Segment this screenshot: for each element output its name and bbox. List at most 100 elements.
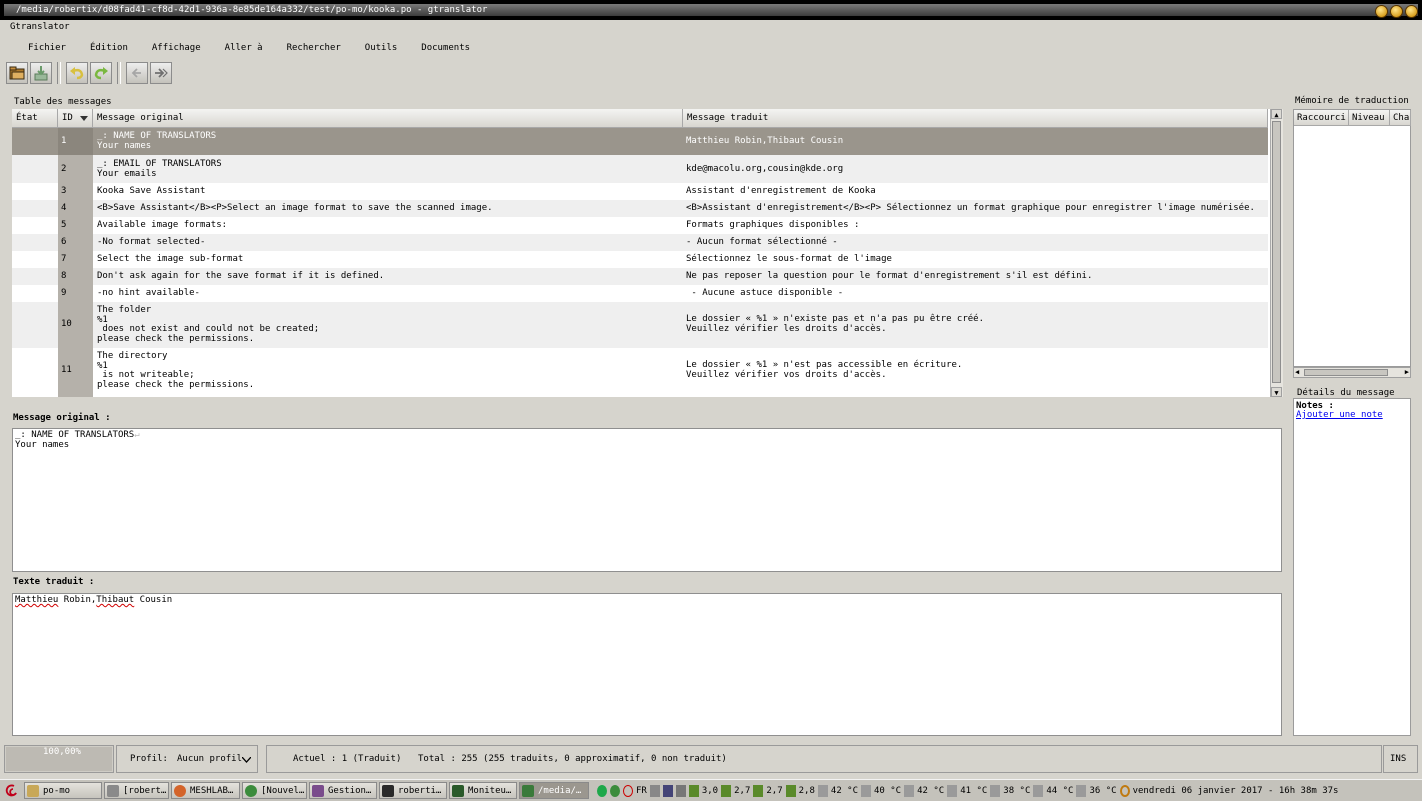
tm-column-niveau[interactable]: Niveau	[1349, 110, 1390, 126]
tm-column-chaine[interactable]: Chaî	[1390, 110, 1411, 126]
chevron-down-icon	[242, 757, 251, 763]
status-info: Actuel : 1 (Traduit) Total : 255 (255 tr…	[266, 745, 1382, 773]
chrome-tray-icon[interactable]	[610, 784, 620, 797]
row-translated: Assistant d'enregistrement de Kooka	[686, 186, 876, 196]
menu-documents[interactable]: Documents	[421, 38, 470, 58]
redo-icon	[94, 67, 108, 80]
menu-edition[interactable]: Édition	[90, 38, 128, 58]
table-row[interactable]: 6 -No format selected- - Aucun format sé…	[12, 234, 1268, 251]
maximize-button[interactable]	[1390, 5, 1403, 18]
message-table-label: Table des messages	[14, 97, 112, 107]
original-message-view[interactable]: _: NAME OF TRANSLATORS↵ Your names	[12, 428, 1282, 572]
message-details-panel: Notes : Ajouter une note	[1293, 398, 1411, 736]
table-row[interactable]: 10 The folder %1 does not exist and coul…	[12, 302, 1268, 348]
scroll-left-arrow[interactable]: ◀	[1295, 368, 1299, 377]
window-titlebar[interactable]: /media/robertix/d08fad41-cf8d-42d1-936a-…	[0, 0, 1422, 20]
close-button[interactable]	[1405, 5, 1418, 18]
row-translated: Formats graphiques disponibles :	[686, 220, 860, 230]
row-id: 5	[61, 220, 67, 230]
task-po-mo[interactable]: po-mo	[24, 782, 102, 799]
translated-text-editor[interactable]: Matthieu Robin,Thibaut Cousin	[12, 593, 1282, 736]
chrome-icon	[245, 784, 257, 797]
menu-outils[interactable]: Outils	[365, 38, 398, 58]
table-row[interactable]: 2 _: EMAIL OF TRANSLATORS Your emails kd…	[12, 155, 1268, 183]
cpu-freq: 2,8	[798, 785, 815, 796]
column-header-id[interactable]: ID	[58, 109, 93, 128]
network-icon[interactable]	[597, 784, 607, 797]
temperature: 36 °C	[1089, 785, 1117, 796]
translation-memory-list[interactable]: Raccourci Niveau Chaî	[1293, 109, 1411, 367]
profile-select[interactable]: Aucun profil	[173, 746, 255, 772]
toolbar-separator	[57, 62, 61, 84]
row-id: 10	[61, 319, 72, 329]
undo-button[interactable]	[66, 62, 88, 84]
start-menu-button[interactable]	[0, 784, 24, 798]
task-moniteur[interactable]: Moniteu…	[449, 782, 517, 799]
row-id: 9	[61, 288, 67, 298]
message-table-scrollbar[interactable]: ▲ ▼	[1270, 109, 1283, 397]
table-row[interactable]: 4 <B>Save Assistant</B><P>Select an imag…	[12, 200, 1268, 217]
table-row[interactable]: 9 -no hint available- - Aucune astuce di…	[12, 285, 1268, 302]
menu-fichier[interactable]: Fichier	[28, 38, 66, 58]
scroll-right-arrow[interactable]: ▶	[1405, 368, 1409, 377]
clock[interactable]: vendredi 06 janvier 2017 - 16h 38m 37s	[1133, 786, 1339, 796]
scrollbar-thumb[interactable]	[1272, 121, 1281, 383]
volume-icon[interactable]	[649, 784, 660, 797]
minimize-button[interactable]	[1375, 5, 1388, 18]
task-nouvel[interactable]: [Nouvel…	[242, 782, 307, 799]
message-table[interactable]: État ID Message original Message traduit…	[12, 109, 1270, 397]
cpu-freq: 2,7	[734, 785, 751, 796]
task-label: /media/…	[538, 785, 582, 796]
column-header-state[interactable]: État	[12, 109, 58, 128]
task-gestion[interactable]: Gestion…	[309, 782, 377, 799]
translated-word: Cousin	[134, 595, 173, 605]
row-translated: - Aucun format sélectionné -	[686, 237, 838, 247]
battery-icon[interactable]	[675, 784, 686, 797]
tool-icon[interactable]	[662, 784, 673, 797]
cpu-freq: 3,0	[701, 785, 719, 796]
terminal-icon	[382, 784, 394, 797]
table-row[interactable]: 1 _: NAME OF TRANSLATORS Your names Matt…	[12, 128, 1268, 155]
scroll-down-arrow[interactable]: ▼	[1271, 387, 1282, 397]
open-button[interactable]	[6, 62, 28, 84]
tm-column-raccourci[interactable]: Raccourci	[1294, 110, 1349, 126]
progress-text: 100,00%	[43, 747, 81, 757]
task-label: roberti…	[398, 785, 442, 796]
table-row[interactable]: 5 Available image formats: Formats graph…	[12, 217, 1268, 234]
menu-rechercher[interactable]: Rechercher	[287, 38, 341, 58]
temperature: 40 °C	[874, 785, 902, 796]
table-row[interactable]: 3 Kooka Save Assistant Assistant d'enreg…	[12, 183, 1268, 200]
keyboard-layout[interactable]: FR	[636, 786, 647, 796]
add-note-link[interactable]: Ajouter une note	[1296, 410, 1383, 420]
alarm-clock-icon[interactable]	[623, 784, 633, 797]
column-header-translated[interactable]: Message traduit	[683, 109, 1268, 128]
thermometer-icon	[1033, 784, 1044, 797]
insert-mode: INS	[1390, 754, 1407, 764]
redo-button[interactable]	[90, 62, 112, 84]
column-header-original[interactable]: Message original	[93, 109, 683, 128]
magnifier-icon[interactable]	[1119, 784, 1130, 797]
scroll-up-arrow[interactable]: ▲	[1271, 109, 1282, 119]
table-row[interactable]: 7 Select the image sub-format Sélectionn…	[12, 251, 1268, 268]
debian-logo-icon	[5, 784, 17, 796]
forward-button[interactable]	[150, 62, 172, 84]
hscrollbar-thumb[interactable]	[1304, 369, 1388, 376]
row-id: 6	[61, 237, 67, 247]
gestion-icon	[312, 784, 324, 797]
translation-memory-hscrollbar[interactable]: ◀ ▶	[1293, 367, 1411, 378]
open-icon	[9, 66, 25, 80]
row-original: _: NAME OF TRANSLATORS Your names	[97, 131, 217, 151]
total-status: Total : 255 (255 traduits, 0 approximati…	[418, 754, 727, 764]
task-gtranslator[interactable]: /media/…	[519, 782, 589, 799]
table-row[interactable]: 11 The directory %1 is not writeable; pl…	[12, 348, 1268, 397]
row-original: Available image formats:	[97, 220, 228, 230]
task-label: po-mo	[43, 785, 71, 796]
task-robert[interactable]: [robert…	[104, 782, 169, 799]
save-button[interactable]	[30, 62, 52, 84]
menu-affichage[interactable]: Affichage	[152, 38, 201, 58]
table-row[interactable]: 8 Don't ask again for the save format if…	[12, 268, 1268, 285]
task-meshlab[interactable]: MESHLAB…	[171, 782, 240, 799]
task-roberti[interactable]: roberti…	[379, 782, 447, 799]
back-button[interactable]	[126, 62, 148, 84]
menu-aller-a[interactable]: Aller à	[225, 38, 263, 58]
